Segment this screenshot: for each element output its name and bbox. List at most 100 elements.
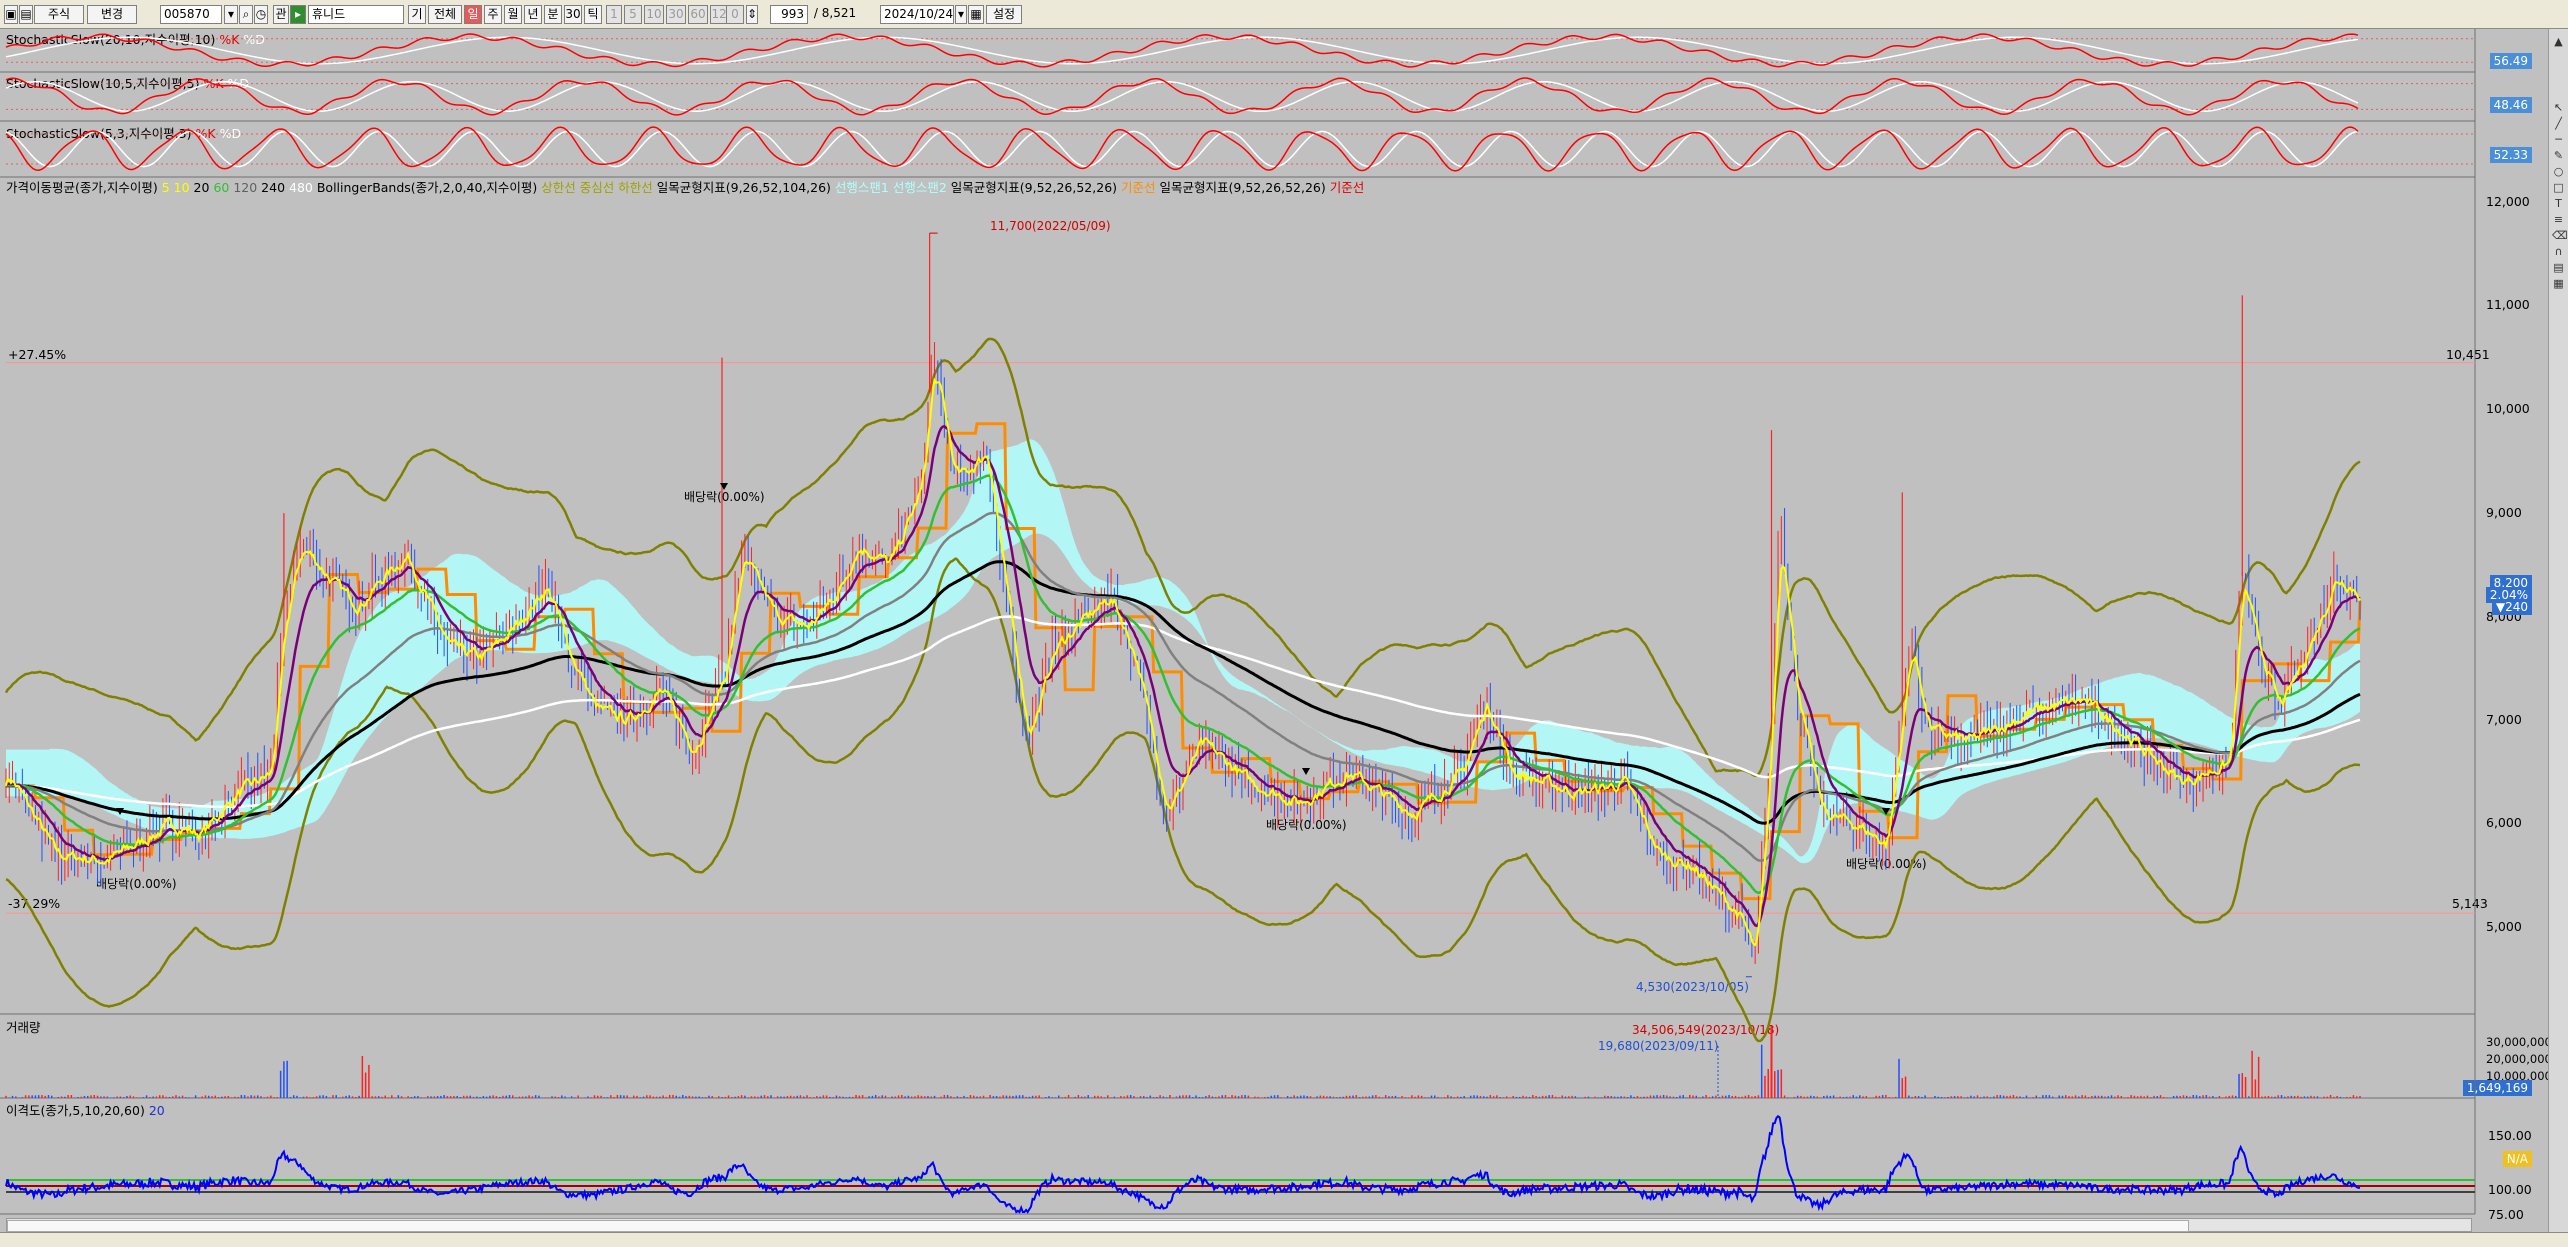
interval-30-button[interactable]: 30 — [666, 5, 686, 24]
pen-icon[interactable]: ✎ — [2552, 149, 2565, 162]
print-icon[interactable]: ▦ — [2552, 277, 2565, 290]
stoch2-k-label: %K — [203, 76, 224, 91]
ma120-legend: 120 — [233, 180, 258, 195]
stoch3-d-label: %D — [219, 126, 242, 141]
stoch3-value-tag: 52.33 — [2489, 147, 2532, 163]
date-input[interactable]: 2024/10/24 — [880, 5, 954, 24]
disparity-tick: 100.00 — [2488, 1182, 2532, 1197]
all-button[interactable]: 전체 — [428, 5, 462, 24]
trendline-icon[interactable]: ╱ — [2552, 117, 2565, 130]
ma240-legend: 240 — [261, 180, 286, 195]
disparity-tick: 150.00 — [2488, 1128, 2532, 1143]
hline-icon[interactable]: ─ — [2552, 133, 2565, 146]
period-month-button[interactable]: 월 — [504, 5, 522, 24]
disparity-legend: 이격도(종가,5,10,20,60) 20 — [6, 1100, 165, 1119]
stoch1-name: StochasticSlow(20,10,지수이평,10) — [6, 32, 216, 47]
price-tick: 9,000 — [2486, 505, 2522, 520]
volume-low-annotation: 19,680(2023/09/11) — [1598, 1039, 1719, 1053]
period-year-button[interactable]: 년 — [524, 5, 542, 24]
calendar-icon[interactable]: ▦ — [968, 5, 984, 24]
upper-range-pct: +27.45% — [8, 347, 67, 362]
cursor-icon[interactable]: ↖ — [2552, 101, 2565, 114]
high-annotation: 11,700(2022/05/09) — [990, 219, 1111, 233]
ma20-legend: 20 — [193, 180, 210, 195]
drawing-toolbar: ▲ ↖ ╱ ─ ✎ ○ □ T ≡ ⌫ ∩ ▤ ▦ — [2548, 29, 2568, 1246]
lower-range-price: 5,143 — [2452, 896, 2488, 911]
settings-button[interactable]: 설정 — [986, 5, 1022, 24]
period-30-button[interactable]: 30 — [564, 5, 582, 24]
stoch2-d-label: %D — [227, 76, 250, 91]
lower-range-pct: -37.29% — [8, 896, 61, 911]
chart-menu-icon[interactable]: ▣ — [4, 5, 18, 24]
bb-legend: BollingerBands(종가,2,0,40,지수이평) — [316, 180, 538, 195]
bar-count-input[interactable]: 993 — [770, 5, 808, 24]
kijun3-legend: 기준선 — [1329, 180, 1365, 195]
volume-tick: 30,000,000 — [2486, 1035, 2552, 1049]
ichimoku3-legend: 일목균형지표(9,52,26,52,26) — [1159, 180, 1326, 195]
scroll-up-icon[interactable]: ▲ — [2552, 35, 2565, 48]
interval-5-button[interactable]: 5 — [624, 5, 642, 24]
save-icon[interactable]: ▤ — [2552, 261, 2565, 274]
stoch3-k-label: %K — [195, 126, 216, 141]
market-select[interactable]: 주식 — [34, 5, 84, 24]
stock-name-field: 휴니드 — [308, 5, 404, 24]
stoch1-legend: StochasticSlow(20,10,지수이평,10) %K %D — [6, 29, 265, 48]
related-icon[interactable]: 관 — [273, 5, 289, 24]
scrollbar-thumb[interactable] — [7, 1220, 2189, 1232]
stoch3-legend: StochasticSlow(5,3,지수이평,3) %K %D — [6, 123, 241, 142]
period-minute-button[interactable]: 분 — [544, 5, 562, 24]
date-dropdown-icon[interactable]: ▾ — [955, 5, 967, 24]
text-icon[interactable]: T — [2552, 197, 2565, 210]
bb-upper-legend: 상한선 — [541, 180, 576, 195]
magnet-icon[interactable]: ∩ — [2552, 245, 2565, 258]
favorite-icon[interactable]: ▸ — [290, 5, 306, 24]
rect-icon[interactable]: □ — [2552, 181, 2565, 194]
chart-area[interactable]: StochasticSlow(20,10,지수이평,10) %K %D Stoc… — [0, 29, 2568, 1246]
stoch1-d-label: %D — [243, 32, 265, 47]
stoch2-name: StochasticSlow(10,5,지수이평,5) — [6, 76, 200, 91]
gi-button[interactable]: 기 — [408, 5, 426, 24]
search-icon[interactable]: ⌕ — [239, 5, 253, 24]
history-icon[interactable]: ◷ — [254, 5, 268, 24]
period-tick-button[interactable]: 틱 — [584, 5, 602, 24]
price-tick: 6,000 — [2486, 815, 2522, 830]
eraser-icon[interactable]: ⌫ — [2552, 229, 2568, 242]
disparity-tick: 75.00 — [2488, 1207, 2524, 1222]
ma5-legend: 5 — [161, 180, 170, 195]
ichimoku2-legend: 일목균형지표(9,52,26,52,26) — [950, 180, 1118, 195]
interval-spin-icon[interactable]: ⇕ — [746, 5, 758, 24]
dividend-marker: 배당락(0.00%) — [1266, 818, 1347, 832]
ma-legend: 가격이동평균(종가,지수이평) — [6, 180, 158, 195]
change-tag: ▼240 — [2491, 599, 2532, 615]
interval-60-button[interactable]: 60 — [688, 5, 708, 24]
span2-legend: 선행스팬2 — [892, 180, 947, 195]
period-week-button[interactable]: 주 — [484, 5, 502, 24]
span1-legend: 선행스팬1 — [834, 180, 889, 195]
bb-mid-legend: 중심선 — [579, 180, 615, 195]
interval-custom-input[interactable]: 0 — [726, 5, 744, 24]
price-tick: 7,000 — [2486, 712, 2522, 727]
code-dropdown-icon[interactable]: ▾ — [224, 5, 238, 24]
interval-1-button[interactable]: 1 — [606, 5, 622, 24]
stoch3-name: StochasticSlow(5,3,지수이평,3) — [6, 126, 192, 141]
circle-icon[interactable]: ○ — [2552, 165, 2565, 178]
disparity-value-tag: N/A — [2502, 1151, 2532, 1167]
disparity-name: 이격도(종가,5,10,20,60) — [6, 1103, 145, 1118]
horizontal-scrollbar[interactable] — [6, 1218, 2472, 1232]
stock-code-input[interactable]: 005870 — [160, 5, 222, 24]
fibo-icon[interactable]: ≡ — [2552, 213, 2565, 226]
mode-select[interactable]: 변경 — [87, 5, 137, 24]
bar-total-label: / 8,521 — [813, 6, 857, 20]
period-day-button[interactable]: 일 — [464, 5, 482, 24]
kijun2-legend: 기준선 — [1121, 180, 1156, 195]
price-tick: 10,000 — [2486, 401, 2530, 416]
ma10-legend: 10 — [173, 180, 190, 195]
status-bar — [0, 1232, 2568, 1247]
dividend-marker: 배당락(0.00%) — [684, 490, 765, 504]
chart-layout-icon[interactable]: ▤ — [19, 5, 33, 24]
bb-lower-legend: 하한선 — [618, 180, 653, 195]
interval-10-button[interactable]: 10 — [644, 5, 664, 24]
ma60-legend: 60 — [213, 180, 230, 195]
stoch1-value-tag: 56.49 — [2489, 53, 2532, 69]
low-annotation: 4,530(2023/10/05) — [1636, 980, 1749, 994]
